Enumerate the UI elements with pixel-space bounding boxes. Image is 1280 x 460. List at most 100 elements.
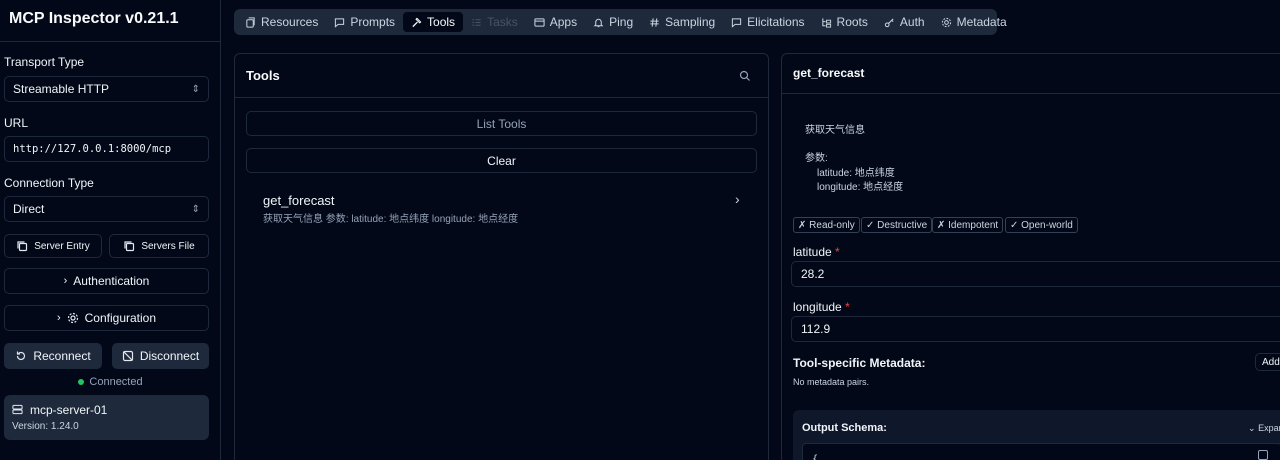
param-longitude-desc: longitude: 地点经度 [817, 182, 904, 193]
expand-label: Expand [1258, 423, 1280, 433]
server-entry-label: Server Entry [34, 240, 90, 252]
copy-icon[interactable] [1258, 450, 1268, 460]
chevron-right-icon: › [56, 312, 61, 324]
status-dot [78, 379, 85, 386]
app-title: MCP Inspector v0.21.1 [9, 10, 179, 27]
list-icon [472, 18, 481, 26]
search-icon[interactable] [739, 70, 751, 82]
message-icon [335, 17, 345, 28]
authentication-toggle[interactable]: › Authentication [4, 268, 209, 294]
detail-tool-name: get_forecast [793, 66, 865, 80]
tab-elicitations[interactable]: Elicitations [723, 12, 812, 32]
connection-status: Connected [0, 376, 221, 388]
hash-icon [650, 17, 659, 27]
chevrons-up-down-icon: ⇕ [191, 83, 200, 95]
disconnect-label: Disconnect [139, 349, 200, 363]
latitude-input[interactable]: 28.2 [791, 261, 1280, 287]
badge-destructive: ✓ Destructive [861, 217, 933, 233]
connection-type-value: Direct [13, 202, 45, 216]
badge-idempotent: ✗ Idempotent [932, 217, 1004, 233]
url-value: http://127.0.0.1:8000/mcp [13, 143, 172, 155]
tab-tools[interactable]: Tools [403, 12, 464, 32]
add-metadata-button[interactable]: Add [1255, 353, 1280, 371]
server-info-card: mcp-server-01 Version: 1.24.0 [4, 395, 209, 440]
clear-button[interactable]: Clear [246, 148, 757, 173]
server-icon [12, 404, 23, 415]
message-square-icon [732, 17, 742, 28]
server-name: mcp-server-01 [30, 403, 108, 417]
tab-label: Resources [261, 15, 319, 29]
connection-type-select[interactable]: Direct ⇕ [4, 196, 209, 222]
connection-type-label: Connection Type [4, 176, 94, 190]
hammer-icon [412, 17, 422, 27]
reconnect-label: Reconnect [33, 349, 91, 363]
app-window-icon [534, 17, 545, 27]
copy-icon [17, 241, 28, 252]
chevron-right-icon: › [735, 191, 740, 207]
tab-ping[interactable]: Ping [585, 12, 641, 32]
tab-label: Apps [549, 15, 578, 29]
longitude-input[interactable]: 112.9 [791, 316, 1280, 342]
tab-metadata[interactable]: Metadata [933, 12, 1015, 32]
tab-prompts[interactable]: Prompts [326, 12, 403, 32]
metadata-empty-text: No metadata pairs. [793, 377, 870, 387]
server-version: Version: 1.24.0 [12, 421, 79, 432]
param-latitude-desc: latitude: 地点纬度 [817, 168, 895, 179]
longitude-value: 112.9 [801, 322, 831, 336]
chevrons-up-down-icon: ⇕ [191, 203, 200, 215]
tab-resources[interactable]: Resources [237, 12, 326, 32]
tabs-bar: Resources Prompts Tools Tasks Apps Ping … [234, 9, 1007, 35]
transport-type-value: Streamable HTTP [13, 82, 110, 96]
tab-label: Sampling [665, 15, 716, 29]
detail-header-divider [781, 93, 1280, 94]
tab-auth[interactable]: Auth [876, 12, 933, 32]
add-metadata-label: Add [1262, 356, 1280, 368]
servers-file-label: Servers File [141, 240, 195, 252]
tab-label: Tasks [487, 15, 518, 29]
latitude-value: 28.2 [801, 267, 825, 281]
gear-icon [941, 17, 951, 27]
configuration-label: Configuration [84, 311, 157, 325]
status-text: Connected [89, 376, 143, 388]
gear-icon [67, 312, 78, 324]
transport-type-label: Transport Type [4, 55, 85, 69]
url-input[interactable]: http://127.0.0.1:8000/mcp [4, 136, 209, 162]
configuration-toggle[interactable]: › Configuration [4, 305, 209, 331]
expand-toggle[interactable]: ⌄ Expand [1248, 423, 1280, 434]
authentication-label: Authentication [73, 274, 150, 288]
tool-description: 获取天气信息 参数: latitude: 地点纬度 longitude: 地点经… [263, 214, 519, 225]
tab-sampling[interactable]: Sampling [641, 12, 723, 32]
bell-icon [593, 18, 604, 27]
list-tools-button[interactable]: List Tools [246, 111, 757, 136]
tab-label: Metadata [956, 15, 1007, 29]
server-entry-button[interactable]: Server Entry [4, 234, 102, 258]
params-heading: 参数: [805, 153, 828, 164]
sidebar-divider [0, 41, 221, 42]
badge-read-only: ✗ Read-only [793, 217, 860, 233]
rotate-ccw-icon [17, 351, 26, 361]
copy-icon [124, 241, 135, 252]
tab-label: Tools [427, 15, 456, 29]
reconnect-button[interactable]: Reconnect [4, 343, 102, 369]
schema-open-brace: { [812, 454, 819, 460]
disconnect-button[interactable]: Disconnect [112, 343, 209, 369]
tab-label: Elicitations [747, 15, 805, 29]
output-schema-code: { [802, 443, 1280, 460]
transport-type-select[interactable]: Streamable HTTP ⇕ [4, 76, 209, 102]
metadata-heading: Tool-specific Metadata: [793, 356, 926, 370]
servers-file-button[interactable]: Servers File [109, 234, 209, 258]
latitude-label: latitude * [793, 245, 840, 259]
tool-list-item[interactable]: get_forecast 获取天气信息 参数: latitude: 地点纬度 l… [254, 187, 754, 229]
tab-tasks[interactable]: Tasks [463, 12, 526, 32]
tab-apps[interactable]: Apps [526, 12, 585, 32]
tool-name: get_forecast [263, 193, 335, 208]
chevron-down-icon: ⌄ [1248, 423, 1256, 433]
output-schema-heading: Output Schema: [802, 422, 887, 434]
tools-panel-title: Tools [246, 68, 280, 83]
clear-label: Clear [487, 153, 516, 168]
list-tools-label: List Tools [476, 116, 527, 131]
badge-open-world: ✓ Open-world [1005, 217, 1078, 233]
tab-roots[interactable]: Roots [813, 12, 876, 32]
longitude-label: longitude * [793, 300, 850, 314]
tool-detail-panel [781, 53, 1280, 460]
